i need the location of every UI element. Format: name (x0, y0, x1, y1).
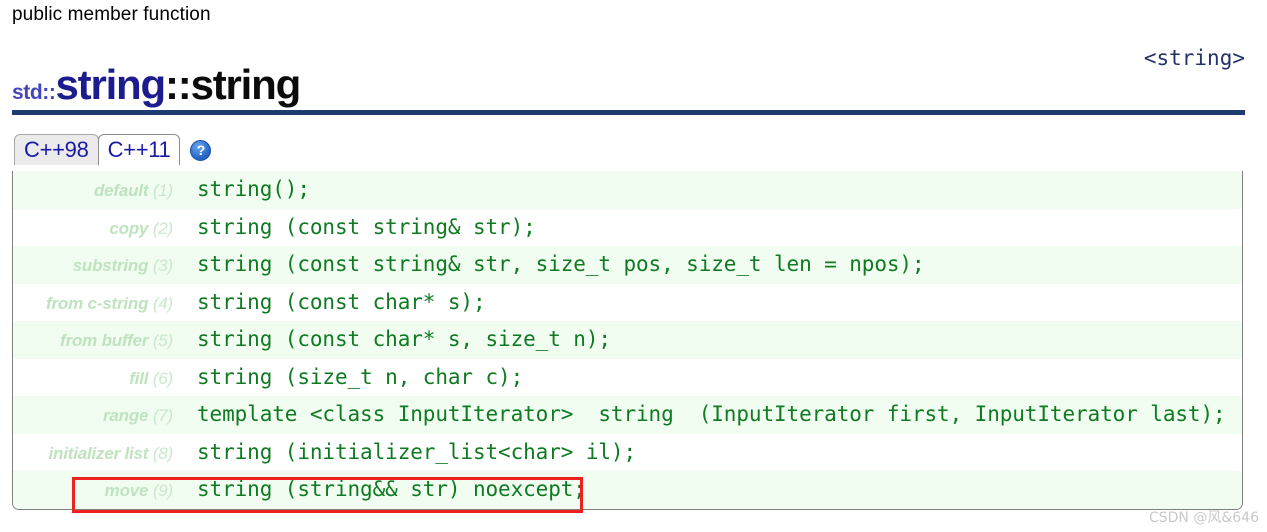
signature-label: copy (2) (13, 210, 173, 248)
signature-code: string (const char* s, size_t n); (197, 327, 611, 351)
signature-label: default (1) (13, 172, 173, 210)
standard-version-tabs: C++98 C++11 ? (14, 131, 212, 165)
signature-list: default (1) string(); copy (2) string (c… (12, 171, 1243, 510)
signature-number: (6) (152, 368, 173, 388)
tab-cpp98[interactable]: C++98 (14, 134, 99, 165)
signature-label: fill (6) (13, 360, 173, 398)
signature-label: range (7) (13, 397, 173, 435)
signature-code: string (const string& str, size_t pos, s… (197, 252, 925, 276)
signature-label-text: substring (72, 256, 149, 275)
signature-number: (2) (152, 218, 173, 238)
signature-number: (7) (152, 406, 173, 425)
function-kind-label: public member function (12, 4, 211, 25)
question-mark-icon[interactable]: ? (190, 140, 212, 161)
signature-code: string (size_t n, char c); (197, 364, 524, 389)
signature-code: string (const char* s); (197, 289, 486, 314)
signature-code: string (initializer_list<char> il); (197, 439, 637, 464)
table-row: copy (2) string (const string& str); (13, 208, 1242, 248)
signature-number: (8) (152, 443, 173, 463)
table-row: from c-string (4) string (const char* s)… (13, 283, 1242, 323)
signature-label-text: range (102, 406, 149, 425)
signature-label: substring (3) (13, 247, 174, 285)
signature-number: (9) (152, 481, 173, 500)
title-class: string (55, 61, 167, 108)
table-row: range (7) template <class InputIterator>… (13, 396, 1242, 434)
signature-label-text: move (104, 481, 149, 500)
table-row: substring (3) string (const string& str,… (13, 246, 1242, 284)
include-header-label: <string> (1143, 46, 1245, 70)
signature-label: initializer list (8) (13, 435, 174, 473)
signature-number: (1) (152, 181, 173, 200)
title-row: std::string::string <string> (12, 44, 1245, 106)
page-title: std::string::string (12, 61, 302, 108)
signature-label-text: initializer list (48, 443, 149, 463)
signature-number: (5) (152, 331, 173, 350)
signature-label-text: from buffer (60, 331, 149, 350)
signature-label-text: from c-string (46, 293, 149, 313)
table-row: fill (6) string (size_t n, char c); (13, 358, 1242, 398)
tab-cpp11[interactable]: C++11 (97, 134, 181, 165)
title-namespace: std:: (12, 81, 56, 104)
table-row: from buffer (5) string (const char* s, s… (13, 321, 1242, 359)
table-row: initializer list (8) string (initializer… (13, 433, 1242, 473)
signature-label: from c-string (4) (13, 285, 173, 323)
title-member: string (190, 61, 302, 108)
signature-label: from buffer (5) (13, 322, 173, 360)
signature-code: string (const string& str); (197, 214, 536, 239)
title-separator: :: (164, 61, 192, 108)
table-row: move (9) string (string&& str) noexcept; (13, 471, 1242, 509)
signature-label-text: default (93, 181, 149, 200)
signature-code: string (string&& str) noexcept; (197, 477, 586, 501)
signature-number: (4) (152, 293, 173, 313)
signature-label-text: fill (129, 368, 149, 388)
signature-label-text: copy (109, 218, 149, 238)
reference-page: public member function std::string::stri… (0, 0, 1267, 532)
signature-number: (3) (152, 256, 173, 275)
signature-label: move (9) (13, 472, 174, 509)
header-divider (12, 110, 1245, 115)
table-row: default (1) string(); (13, 171, 1242, 209)
signature-code: string(); (197, 177, 310, 201)
watermark: CSDN @风&646 (1148, 510, 1259, 526)
signature-code: template <class InputIterator> string (I… (197, 402, 1226, 426)
